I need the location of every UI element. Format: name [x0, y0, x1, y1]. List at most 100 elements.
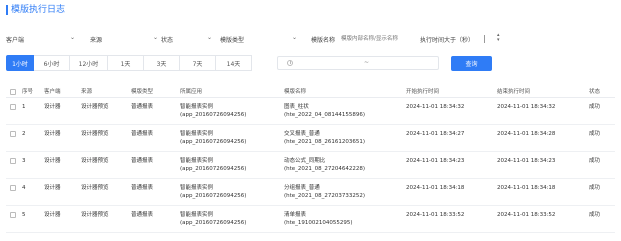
filter-bar: 客户端 ⌄ 来源 ⌄ 状态 ⌄ 模版类型 ⌄ 模版名称 执行时间大于（秒） ▴▾	[6, 33, 615, 45]
row-app-id: (app_20160726094256)	[180, 220, 247, 226]
row-template: 清单报表 (hte_191002104055295)	[284, 211, 353, 227]
row-start-time: 2024-11-01 18:34:18	[406, 185, 465, 191]
row-template-id: (hte_2021_08_26161203651)	[284, 139, 366, 145]
title-accent	[6, 5, 8, 15]
exec-time-filter: 执行时间大于（秒） ▴ ▾	[420, 33, 520, 45]
query-button[interactable]: 查询	[451, 56, 492, 71]
row-type: 普通报表	[131, 212, 154, 218]
row-template-label: 图表_柱状	[284, 104, 309, 110]
clock-icon	[287, 60, 293, 66]
tab-1h[interactable]: 1小时	[6, 55, 34, 71]
col-name: 模版名称	[284, 89, 307, 95]
row-source: 设计器预览	[81, 104, 109, 110]
chevron-down-icon: ⌄	[153, 34, 159, 41]
row-status: 成功	[589, 158, 601, 164]
text-cursor	[484, 35, 485, 43]
page-title-bar: 模版执行日志	[6, 4, 65, 16]
row-template-id: (hte_2022_04_08144155896)	[284, 112, 366, 118]
tab-7d[interactable]: 7天	[180, 55, 216, 71]
row-app-id: (app_20160726094256)	[180, 166, 247, 172]
row-no: 2	[22, 131, 26, 137]
table-row[interactable]: 2 设计器 设计器预览 普通报表 智能报表实例 (app_20160726094256) 交…	[6, 125, 615, 152]
template-type-label: 模版类型	[220, 36, 245, 44]
row-end-time: 2024-11-01 18:33:52	[497, 212, 556, 218]
source-select[interactable]: 来源 ⌄	[90, 33, 164, 45]
row-checkbox[interactable]	[10, 185, 16, 191]
row-checkbox[interactable]	[10, 158, 16, 164]
time-range-tabs: 1小时 6小时 12小时 1天 3天 7天 14天	[6, 55, 252, 71]
row-template: 动态公式_同期比 (hte_2021_08_27204642228)	[284, 157, 365, 173]
row-status: 成功	[589, 185, 601, 191]
row-source: 设计器预览	[81, 185, 109, 191]
row-template: 图表_柱状 (hte_2022_04_08144155896)	[284, 103, 365, 119]
col-no: 序号	[22, 89, 34, 95]
row-app: 智能报表实例 (app_20160726094256)	[180, 211, 246, 227]
row-checkbox[interactable]	[10, 131, 16, 137]
number-stepper-icon[interactable]: ▴ ▾	[497, 33, 500, 43]
row-template-label: 交叉报表_普通	[284, 131, 320, 137]
row-client: 设计器	[44, 212, 61, 218]
col-status: 状态	[589, 89, 601, 95]
row-type: 普通报表	[131, 131, 154, 137]
col-type: 模版类型	[131, 89, 154, 95]
table-row[interactable]: 1 设计器 设计器预览 普通报表 智能报表实例 (app_20160726094256) 图…	[6, 98, 615, 125]
status-label: 状态	[161, 36, 174, 44]
row-client: 设计器	[44, 185, 61, 191]
col-app: 所属应用	[180, 89, 203, 95]
row-app: 智能报表实例 (app_20160726094256)	[180, 130, 246, 146]
row-source: 设计器预览	[81, 131, 109, 137]
row-type: 普通报表	[131, 104, 154, 110]
row-template-label: 动态公式_同期比	[284, 158, 326, 164]
tab-1d[interactable]: 1天	[108, 55, 144, 71]
row-client: 设计器	[44, 104, 61, 110]
chevron-down-icon: ⌄	[292, 34, 298, 41]
tab-3d[interactable]: 3天	[144, 55, 180, 71]
page-title: 模版执行日志	[11, 5, 66, 15]
row-template-id: (hte_191002104055295)	[284, 220, 353, 226]
col-end: 结束执行时间	[497, 89, 531, 95]
row-template-label: 分组报表_普通	[284, 185, 320, 191]
client-select[interactable]: 客户端 ⌄	[6, 33, 82, 45]
template-type-select[interactable]: 模版类型 ⌄	[220, 33, 300, 45]
table-row[interactable]: 4 设计器 设计器预览 普通报表 智能报表实例 (app_20160726094256) 分…	[6, 179, 615, 206]
status-select[interactable]: 状态 ⌄	[161, 33, 215, 45]
row-status: 成功	[589, 104, 601, 110]
row-status: 成功	[589, 131, 601, 137]
date-range-picker[interactable]: ~	[277, 56, 439, 70]
row-source: 设计器预览	[81, 158, 109, 164]
select-all-checkbox[interactable]	[10, 89, 16, 95]
row-checkbox[interactable]	[10, 104, 16, 110]
table-row[interactable]: 3 设计器 设计器预览 普通报表 智能报表实例 (app_20160726094256) 动…	[6, 152, 615, 179]
row-no: 3	[22, 158, 26, 164]
row-start-time: 2024-11-01 18:33:52	[406, 212, 465, 218]
row-app: 智能报表实例 (app_20160726094256)	[180, 184, 246, 200]
template-name-filter: 模版名称	[311, 33, 413, 45]
row-template: 分组报表_普通 (hte_2021_08_27203733252)	[284, 184, 365, 200]
row-end-time: 2024-11-01 18:34:23	[497, 158, 556, 164]
row-client: 设计器	[44, 158, 61, 164]
row-client: 设计器	[44, 131, 61, 137]
row-template: 交叉报表_普通 (hte_2021_08_26161203651)	[284, 130, 365, 146]
template-name-label: 模版名称	[311, 36, 336, 44]
tab-6h[interactable]: 6小时	[34, 55, 70, 71]
range-separator: ~	[364, 59, 370, 66]
row-end-time: 2024-11-01 18:34:32	[497, 104, 556, 110]
row-checkbox[interactable]	[10, 212, 16, 218]
row-app-label: 智能报表实例	[180, 131, 214, 137]
row-start-time: 2024-11-01 18:34:32	[406, 104, 465, 110]
row-app: 智能报表实例 (app_20160726094256)	[180, 157, 246, 173]
row-app: 智能报表实例 (app_20160726094256)	[180, 103, 246, 119]
log-table: 序号 客户端 来源 模版类型 所属应用 模版名称 开始执行时间 结束执行时间 状…	[6, 86, 615, 233]
row-template-id: (hte_2021_08_27203733252)	[284, 193, 366, 199]
template-name-input[interactable]	[341, 34, 411, 44]
tab-14d[interactable]: 14天	[216, 55, 252, 71]
exec-time-label: 执行时间大于（秒）	[420, 36, 475, 44]
row-end-time: 2024-11-01 18:34:18	[497, 185, 556, 191]
row-type: 普通报表	[131, 158, 154, 164]
row-no: 1	[22, 104, 26, 110]
row-no: 4	[22, 185, 26, 191]
tab-12h[interactable]: 12小时	[70, 55, 108, 71]
col-start: 开始执行时间	[406, 89, 440, 95]
row-end-time: 2024-11-01 18:34:28	[497, 131, 556, 137]
table-row[interactable]: 5 设计器 设计器预览 普通报表 智能报表实例 (app_20160726094256) 清…	[6, 206, 615, 233]
